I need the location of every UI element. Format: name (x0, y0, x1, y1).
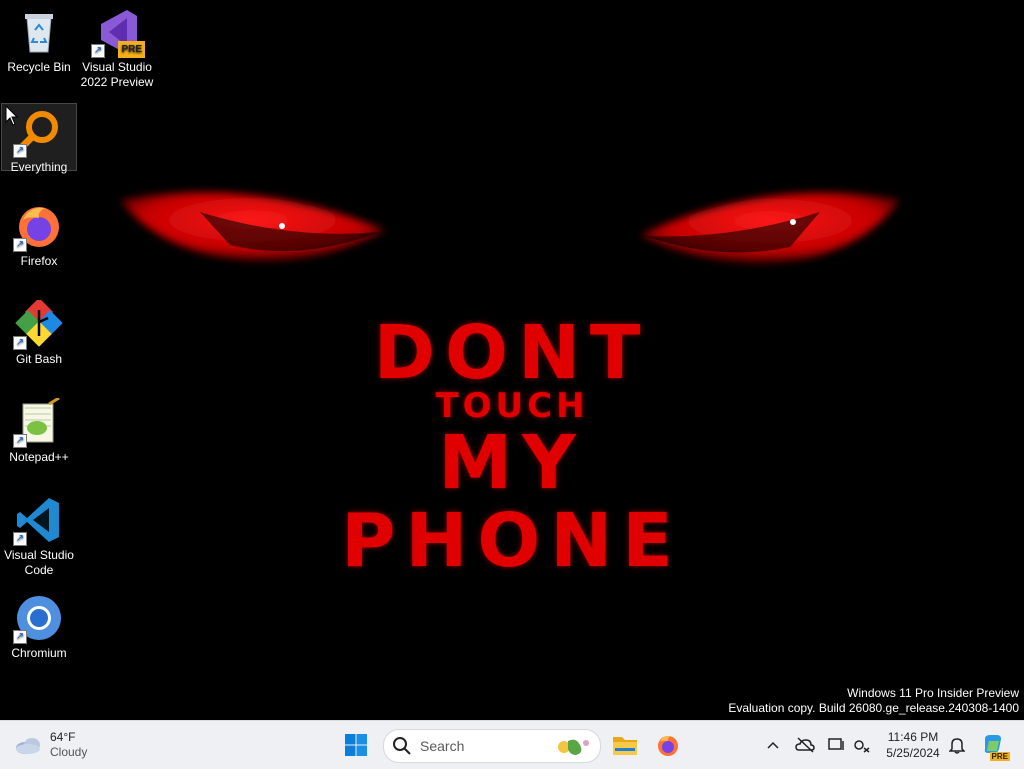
desktop-icon-label: Visual Studio (82, 60, 152, 74)
watermark-line2: Evaluation copy. Build 26080.ge_release.… (728, 701, 1019, 715)
windows-build-watermark: Windows 11 Pro Insider Preview Evaluatio… (728, 686, 1019, 716)
desktop-icon-label: 2022 Preview (80, 75, 154, 89)
everything-search-icon: ↗ (13, 108, 63, 158)
desktop-icon-label: Recycle Bin (7, 60, 71, 74)
weather-temp: 64°F (50, 730, 76, 744)
desktop-icon-label: Git Bash (15, 352, 63, 366)
recycle-bin-icon (15, 8, 63, 56)
display-tray-button[interactable] (826, 733, 848, 757)
desktop-icon-chromium[interactable]: ↗ Chromium (2, 594, 76, 661)
desktop-icon-git-bash[interactable]: ↗ Git Bash (2, 297, 76, 367)
desktop-icon-label: Chromium (11, 646, 67, 660)
firefox-taskbar-button[interactable] (652, 729, 684, 761)
wallpaper-text-line1: DONT (373, 310, 651, 396)
preview-badge: PRE (118, 41, 145, 58)
wallpaper-text-line4: PHONE (341, 498, 683, 584)
taskbar-search-box[interactable]: Search (383, 729, 601, 763)
desktop-icon-vscode[interactable]: ↗ Visual Studio Code (2, 496, 76, 578)
notifications-button[interactable] (946, 733, 968, 757)
desktop-icon-visual-studio-preview[interactable]: PRE ↗ Visual Studio 2022 Preview (80, 8, 154, 90)
shortcut-arrow-icon: ↗ (13, 532, 27, 546)
copilot-preview-badge: PRE (989, 752, 1010, 761)
desktop-icon-label: Code (24, 563, 54, 577)
desktop-icon-notepad-plus-plus[interactable]: ↗ Notepad++ (2, 396, 76, 465)
weather-widget[interactable]: 64°F Cloudy (14, 727, 87, 763)
copilot-button[interactable]: PRE (978, 733, 1010, 761)
clock-time: 11:46 PM (887, 730, 939, 744)
desktop-icon-label: Firefox (20, 254, 58, 268)
visual-studio-preview-icon: PRE ↗ (91, 8, 145, 58)
display-icon (828, 738, 844, 750)
shortcut-arrow-icon: ↗ (13, 630, 27, 644)
firefox-icon: ↗ (13, 202, 63, 252)
shortcut-arrow-icon: ↗ (91, 44, 105, 58)
search-placeholder: Search (420, 738, 465, 754)
clock-date: 5/25/2024 (886, 746, 940, 760)
shortcut-arrow-icon: ↗ (13, 336, 27, 350)
taskbar-clock[interactable]: 11:46 PM 5/25/2024 (874, 729, 952, 761)
shortcut-arrow-icon: ↗ (13, 238, 27, 252)
notification-bell-icon (949, 738, 965, 754)
chevron-up-icon (767, 741, 779, 749)
start-button[interactable] (340, 729, 372, 761)
notepad-plus-plus-icon: ↗ (13, 396, 63, 448)
windows-start-icon (345, 734, 367, 756)
vscode-icon: ↗ (13, 496, 63, 546)
onedrive-tray-button[interactable] (793, 733, 817, 757)
file-explorer-icon (613, 737, 637, 755)
search-highlight-icon (558, 739, 589, 755)
mouse-cursor-icon (5, 104, 19, 132)
shortcut-arrow-icon: ↗ (13, 434, 27, 448)
firefox-icon (658, 735, 678, 756)
show-hidden-icons-button[interactable] (763, 733, 783, 757)
shortcut-arrow-icon: ↗ (13, 144, 27, 158)
watermark-line1: Windows 11 Pro Insider Preview (847, 686, 1019, 700)
cloud-icon (16, 738, 40, 754)
desktop-icon-label: Visual Studio (4, 548, 74, 562)
search-icon (393, 737, 411, 755)
desktop-icon-label: Notepad++ (9, 450, 69, 464)
network-tray-button[interactable] (851, 733, 873, 757)
desktop-icon-firefox[interactable]: ↗ Firefox (2, 202, 76, 269)
file-explorer-button[interactable] (609, 729, 641, 761)
desktop-wallpaper: DONT TOUCH MY PHONE (0, 0, 1024, 720)
network-icon (854, 740, 870, 753)
wallpaper-text-line3: MY (438, 420, 586, 506)
onedrive-offline-icon (795, 737, 815, 753)
taskbar: 64°F Cloudy Search 11:46 PM 5/25/2024 PR… (0, 720, 1024, 769)
chromium-icon: ↗ (13, 594, 63, 644)
weather-condition: Cloudy (50, 745, 88, 759)
desktop-icon-recycle-bin[interactable]: Recycle Bin (2, 8, 76, 75)
desktop-icon-label: Everything (10, 160, 68, 174)
git-bash-icon: ↗ (13, 297, 63, 350)
